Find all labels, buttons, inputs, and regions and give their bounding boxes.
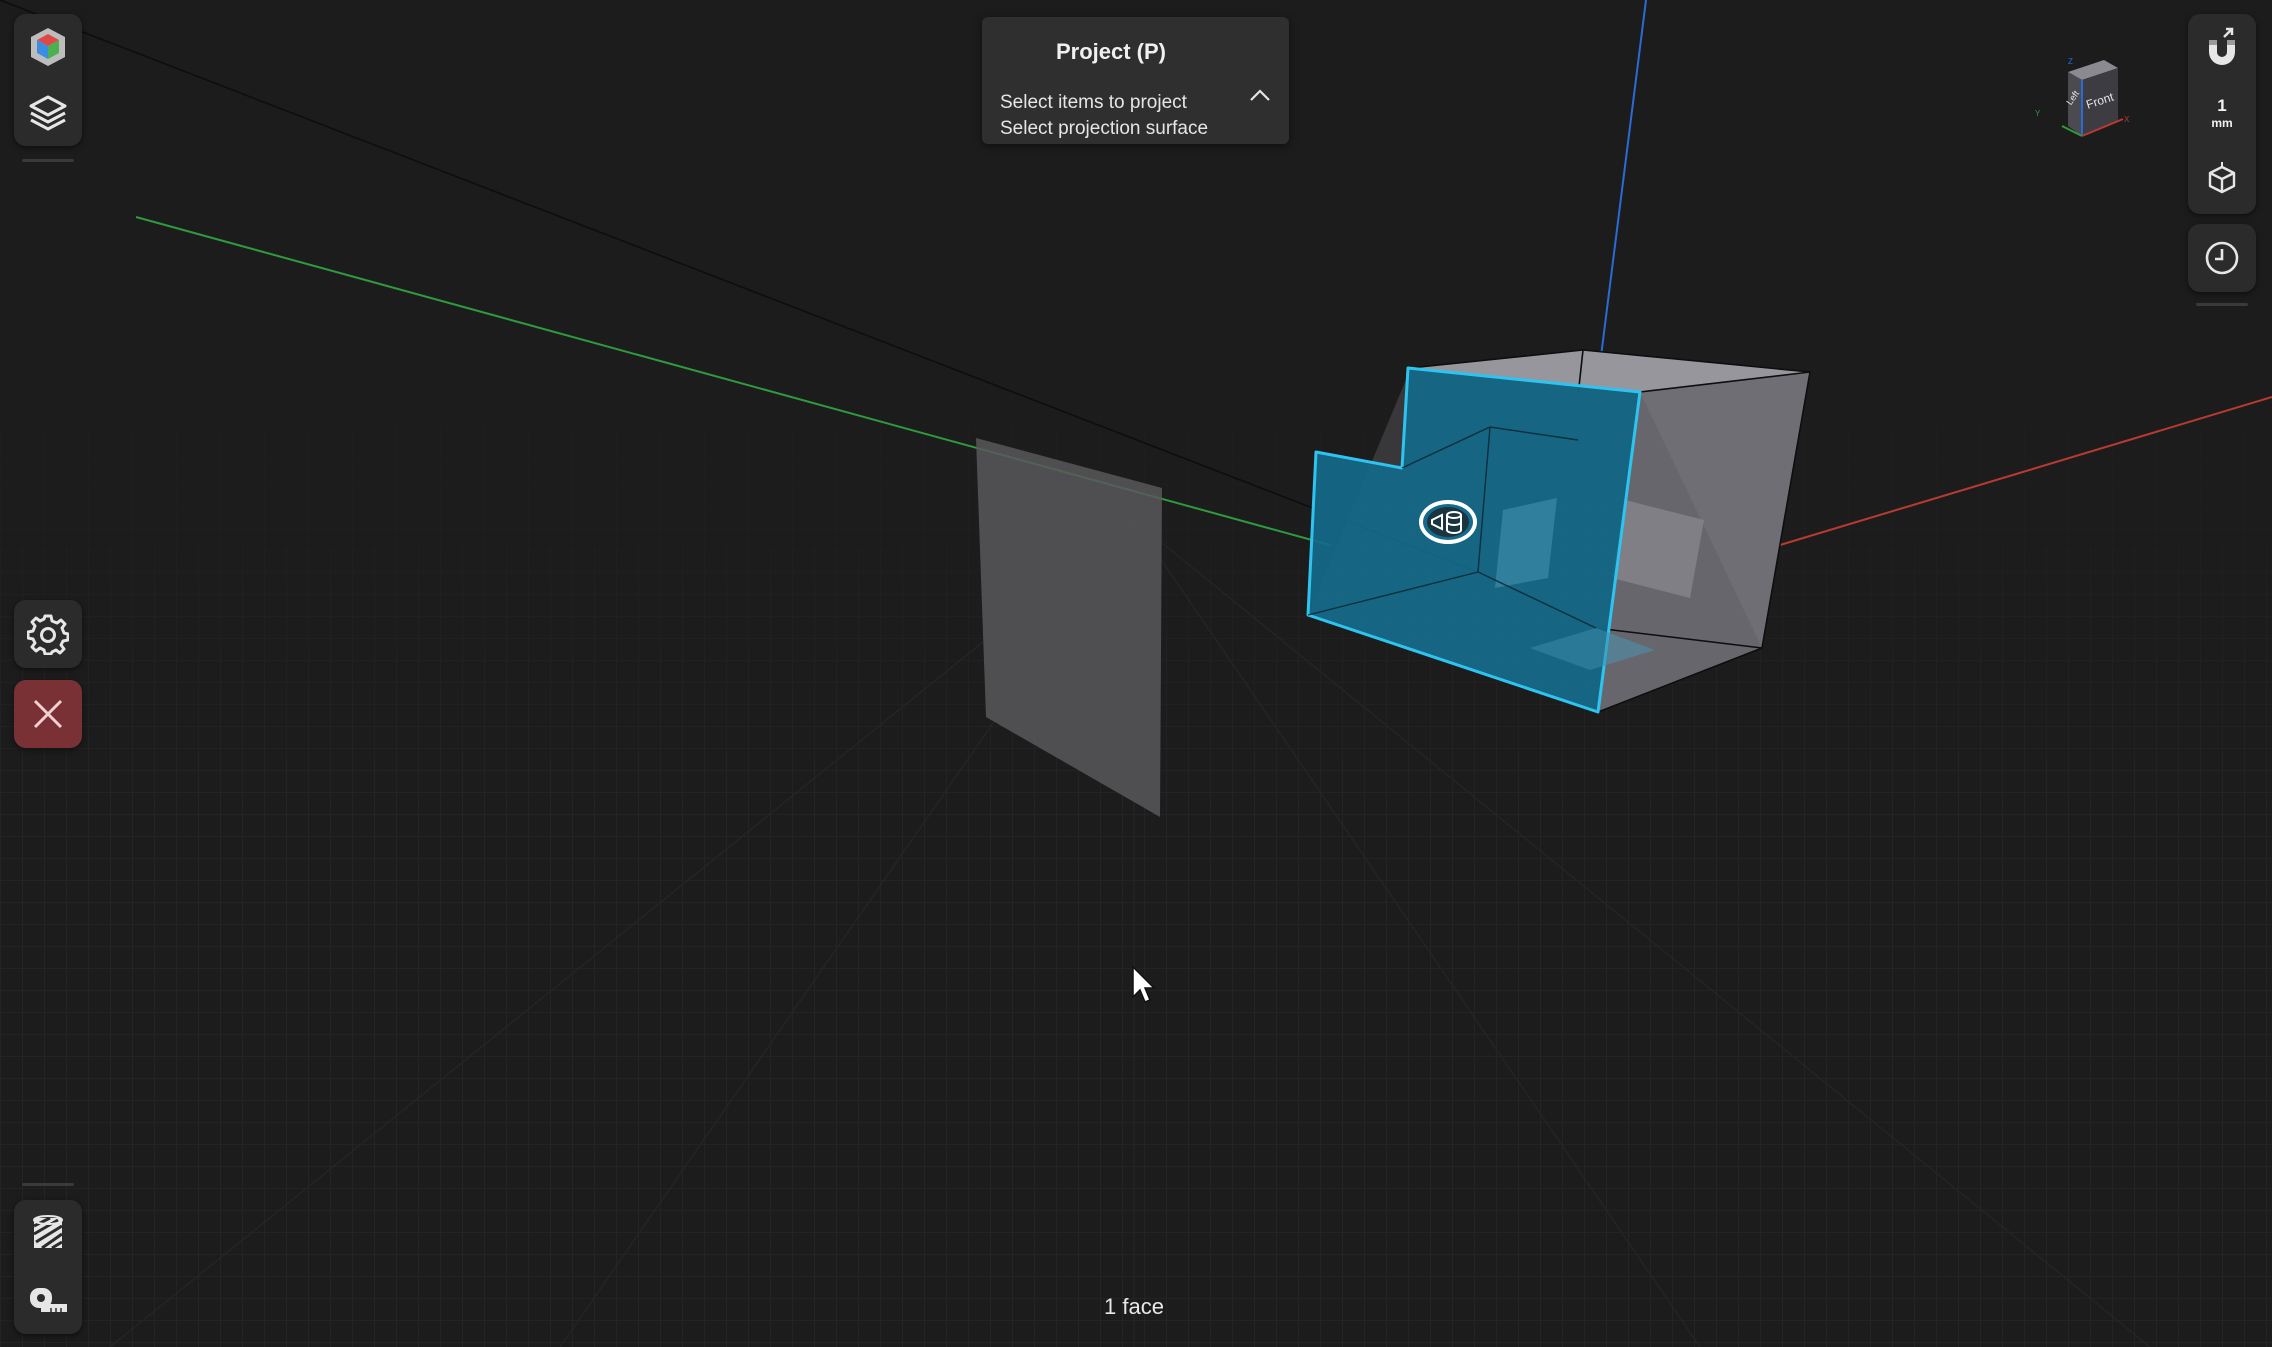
snap-button[interactable]: [2188, 14, 2256, 80]
view-cube-y-label: Y: [2035, 109, 2041, 118]
settings-button[interactable]: [14, 600, 82, 668]
layers-button[interactable]: [14, 80, 82, 146]
popup-collapse-button[interactable]: [1240, 75, 1280, 115]
right-toolbar: 1 mm: [2188, 14, 2256, 214]
left-top-toolbar: [14, 14, 82, 146]
3d-viewport[interactable]: [0, 0, 2272, 1347]
view-cube[interactable]: Left Front Z X Y: [2028, 50, 2136, 146]
magnet-icon: [2209, 27, 2235, 65]
selection-status: 1 face: [1104, 1294, 1164, 1319]
layers-icon: [29, 95, 67, 131]
units-value: 1: [2217, 96, 2227, 115]
units-button[interactable]: 1 mm: [2188, 80, 2256, 146]
popup-step-2: Select projection surface: [1000, 118, 1209, 139]
tape-measure-icon: [30, 1288, 67, 1312]
close-icon: [33, 699, 63, 729]
left-top-separator: [22, 159, 74, 162]
appearance-button[interactable]: [14, 14, 82, 80]
view-cube-z-label: Z: [2068, 57, 2073, 66]
selection-badge-icon[interactable]: [1419, 500, 1477, 544]
popup-step-1: Select items to project: [1000, 92, 1187, 113]
left-bottom-separator: [22, 1183, 74, 1186]
gear-icon: [27, 614, 69, 655]
history-button[interactable]: [2188, 224, 2256, 292]
view-cube-x-label: X: [2124, 115, 2130, 124]
measure-button[interactable]: [14, 1266, 82, 1332]
appearance-cube-icon: [31, 28, 65, 66]
units-unit: mm: [2211, 116, 2233, 130]
clock-icon: [2205, 241, 2239, 275]
section-plane-icon: [33, 1215, 63, 1250]
history-toolbar: [2188, 224, 2256, 292]
chevron-up-icon: [1250, 89, 1270, 101]
view-cube-icon: [2208, 162, 2236, 194]
units-indicator: 1 mm: [2211, 97, 2232, 129]
close-toolbar: [14, 680, 82, 748]
tool-info-popup: Project (P) Select items to project Sele…: [982, 17, 1289, 144]
right-separator: [2196, 303, 2248, 306]
close-button[interactable]: [14, 680, 82, 748]
left-bottom-toolbar: [14, 1200, 82, 1334]
section-button[interactable]: [14, 1200, 82, 1266]
popup-title: Project (P): [1055, 39, 1167, 64]
view-mode-button[interactable]: [2188, 146, 2256, 212]
settings-toolbar: [14, 600, 82, 668]
